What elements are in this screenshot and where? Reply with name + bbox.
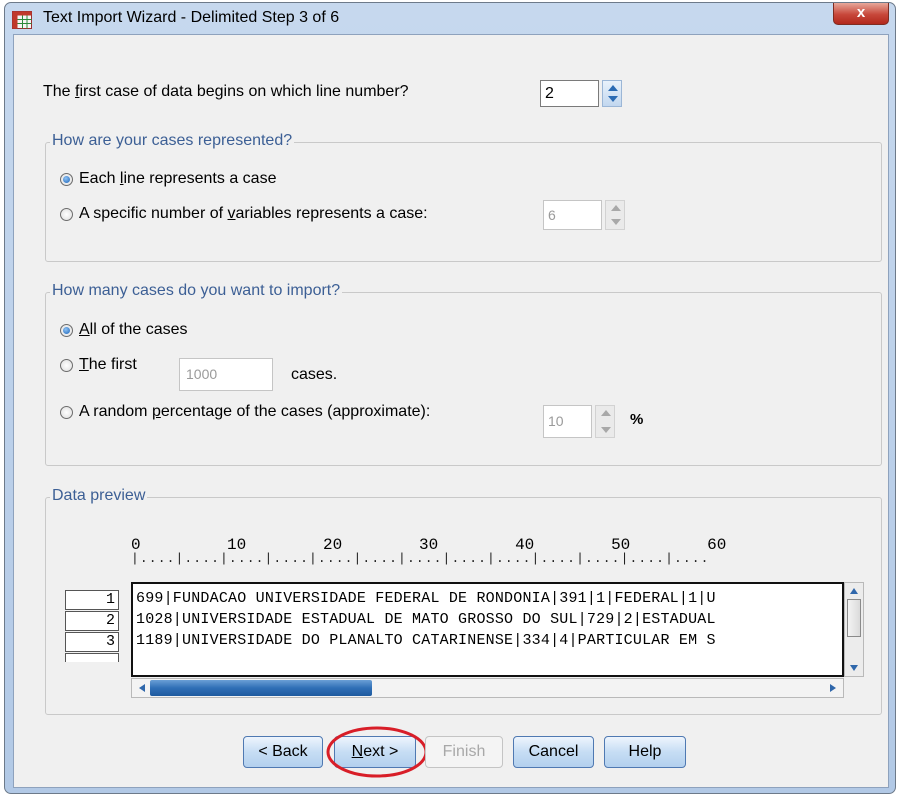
first-line-input[interactable]: 2 (540, 80, 599, 107)
highlight-circle (326, 726, 428, 778)
close-icon: x (856, 4, 866, 21)
preview-horizontal-scrollbar[interactable] (131, 678, 844, 698)
cases-represented-legend: How are your cases represented? (50, 132, 295, 150)
data-preview-pane[interactable]: 699|FUNDACAO UNIVERSIDADE FEDERAL DE RON… (131, 582, 844, 677)
spreadsheet-app-icon (12, 11, 32, 29)
vertical-scroll-thumb[interactable] (847, 599, 861, 637)
cases-suffix-label: cases. (291, 366, 338, 383)
spin-down-icon[interactable] (608, 96, 618, 102)
row-number: 3 (65, 632, 119, 652)
percent-sign: % (630, 411, 644, 428)
random-percentage-spinner[interactable] (595, 405, 615, 438)
preview-vertical-scrollbar[interactable] (844, 582, 864, 677)
scroll-right-icon[interactable] (829, 683, 837, 693)
scroll-down-icon[interactable] (849, 664, 859, 672)
each-line-label[interactable]: Each line represents a case (79, 170, 276, 188)
random-percentage-radio[interactable] (60, 406, 73, 419)
data-preview-legend: Data preview (50, 487, 148, 505)
random-percentage-input[interactable]: 10 (543, 405, 592, 438)
variables-count-spinner[interactable] (605, 200, 625, 230)
row-number (65, 653, 119, 662)
specific-variables-label[interactable]: A specific number of variables represent… (79, 205, 428, 223)
row-number: 2 (65, 611, 119, 631)
scroll-up-icon[interactable] (849, 587, 859, 595)
preview-line: 1189|UNIVERSIDADE DO PLANALTO CATARINENS… (136, 632, 716, 649)
close-button[interactable]: x (833, 3, 889, 25)
spin-down-icon[interactable] (601, 427, 611, 433)
ruler-ticks: |....|....|....|....|....|....|....|....… (131, 551, 710, 566)
spin-up-icon[interactable] (608, 85, 618, 91)
scroll-left-icon[interactable] (138, 683, 146, 693)
title-bar[interactable]: Text Import Wizard - Delimited Step 3 of… (5, 3, 895, 33)
cancel-button[interactable]: Cancel (513, 736, 594, 768)
preview-line: 1028|UNIVERSIDADE ESTADUAL DE MATO GROSS… (136, 611, 716, 628)
all-cases-radio[interactable] (60, 324, 73, 337)
each-line-radio[interactable] (60, 173, 73, 186)
help-button[interactable]: Help (604, 736, 686, 768)
specific-variables-radio[interactable] (60, 208, 73, 221)
horizontal-scroll-thumb[interactable] (150, 680, 372, 696)
finish-button[interactable]: Finish (425, 736, 503, 768)
variables-count-input[interactable]: 6 (543, 200, 602, 230)
row-number: 1 (65, 590, 119, 610)
wizard-window: Text Import Wizard - Delimited Step 3 of… (4, 2, 896, 794)
cases-represented-group: How are your cases represented? (45, 132, 882, 262)
random-percentage-label[interactable]: A random percentage of the cases (approx… (79, 403, 430, 421)
first-n-cases-label[interactable]: The first (79, 356, 137, 374)
all-cases-label[interactable]: All of the cases (79, 321, 188, 339)
first-line-label: The first case of data begins on which l… (43, 83, 409, 100)
first-n-cases-radio[interactable] (60, 359, 73, 372)
first-n-cases-input[interactable]: 1000 (179, 358, 273, 391)
preview-line: 699|FUNDACAO UNIVERSIDADE FEDERAL DE RON… (136, 590, 716, 607)
spin-down-icon[interactable] (611, 219, 621, 225)
spin-up-icon[interactable] (601, 410, 611, 416)
first-line-spinner[interactable] (602, 80, 622, 107)
cases-import-group: How many cases do you want to import? (45, 282, 882, 466)
back-button[interactable]: < Back (243, 736, 323, 768)
cases-import-legend: How many cases do you want to import? (50, 282, 343, 300)
spin-up-icon[interactable] (611, 205, 621, 211)
wizard-content: The first case of data begins on which l… (13, 34, 889, 788)
column-ruler: 0 10 20 30 40 50 60 |....|....|....|....… (131, 537, 726, 565)
window-title: Text Import Wizard - Delimited Step 3 of… (43, 9, 340, 26)
